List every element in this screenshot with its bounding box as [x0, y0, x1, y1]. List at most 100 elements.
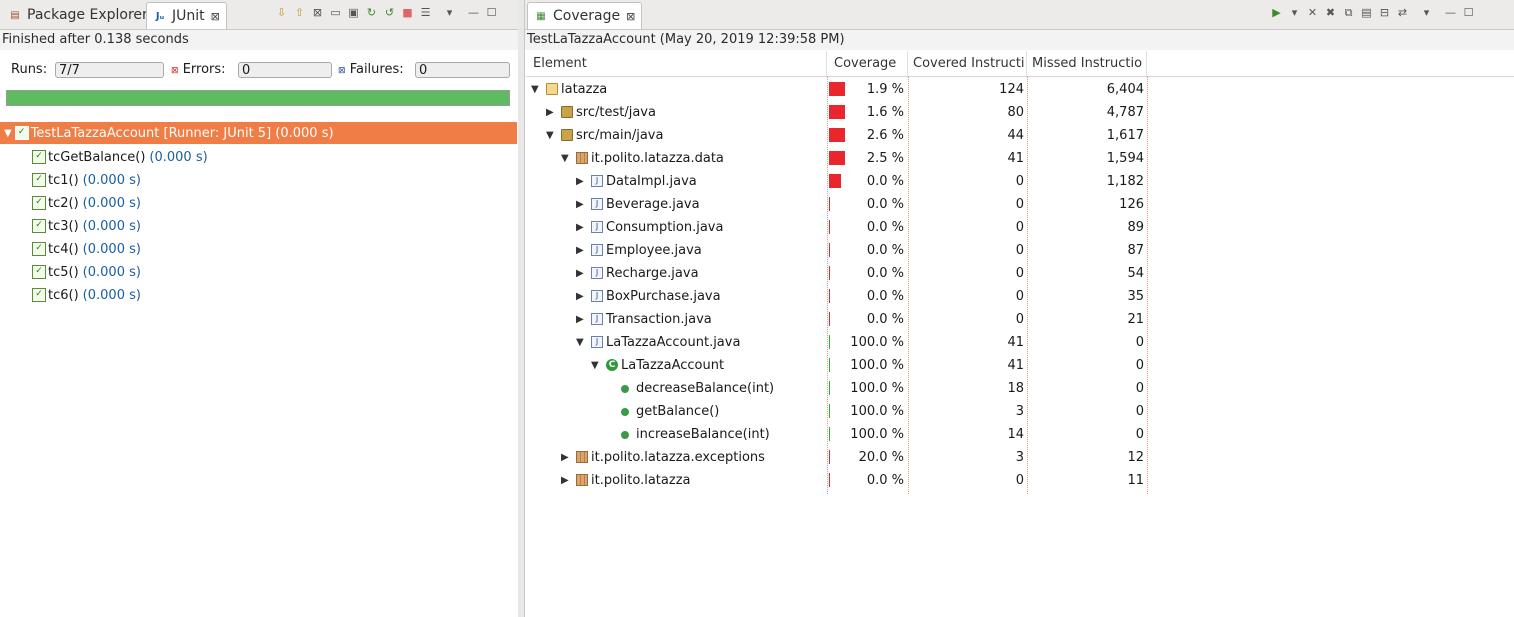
coverage-row[interactable]: ▼ src/main/java 2.6 % 44 1,617 — [526, 124, 1514, 147]
view-menu-icon[interactable]: ▾ — [442, 5, 457, 20]
remove-session-icon[interactable]: ✕ — [1305, 5, 1320, 20]
coverage-row[interactable]: ▶ J Transaction.java 0.0 % 0 21 — [526, 308, 1514, 331]
missed-instructions: 126 — [1119, 197, 1144, 212]
minimize-icon[interactable]: — — [466, 5, 481, 20]
covered-instructions: 0 — [1015, 473, 1024, 488]
column-coverage[interactable]: Coverage — [827, 51, 908, 76]
missed-instructions: 11 — [1127, 473, 1144, 488]
view-menu-icon[interactable]: ▾ — [1419, 5, 1434, 20]
collapse-toggle-icon[interactable]: ▼ — [561, 147, 569, 170]
expand-toggle-icon[interactable]: ▶ — [576, 239, 584, 262]
next-failure-icon[interactable]: ⇩ — [274, 5, 289, 20]
coverage-row[interactable]: ▶ it.polito.latazza.exceptions 20.0 % 3 12 — [526, 446, 1514, 469]
previous-failure-icon[interactable]: ⇧ — [292, 5, 307, 20]
maximize-icon[interactable]: ☐ — [484, 5, 499, 20]
coverage-row[interactable]: ▼ J LaTazzaAccount.java 100.0 % 41 0 — [526, 331, 1514, 354]
element-name: Recharge.java — [606, 266, 699, 281]
show-failures-only-icon[interactable]: ⊠ — [310, 5, 325, 20]
coverage-row[interactable]: ▶ J BoxPurchase.java 0.0 % 0 35 — [526, 285, 1514, 308]
missed-instructions: 1,594 — [1106, 151, 1144, 166]
missed-instructions: 21 — [1127, 312, 1144, 327]
missed-instructions: 87 — [1127, 243, 1144, 258]
test-passed-icon: ✓ — [32, 173, 46, 187]
element-name: LaTazzaAccount — [621, 358, 725, 373]
expand-toggle-icon[interactable]: ▶ — [576, 216, 584, 239]
coverage-row[interactable]: increaseBalance(int) 100.0 % 14 0 — [526, 423, 1514, 446]
test-case-row[interactable]: ✓ tc5() (0.000 s) — [32, 261, 141, 283]
collapse-all-icon[interactable]: ⊟ — [1377, 5, 1392, 20]
test-case-row[interactable]: ✓ tc6() (0.000 s) — [32, 284, 141, 306]
expand-toggle-icon[interactable]: ▶ — [546, 101, 554, 124]
expand-toggle-icon[interactable]: ▶ — [576, 285, 584, 308]
scroll-lock-icon[interactable]: ▭ — [328, 5, 343, 20]
coverage-row[interactable]: ▼ C LaTazzaAccount 100.0 % 41 0 — [526, 354, 1514, 377]
test-case-row[interactable]: ✓ tc3() (0.000 s) — [32, 215, 141, 237]
coverage-percent: 0.0 % — [866, 312, 904, 327]
coverage-row[interactable]: ▶ J Consumption.java 0.0 % 0 89 — [526, 216, 1514, 239]
history-icon[interactable]: ☰ — [418, 5, 433, 20]
test-passed-icon: ✓ — [32, 265, 46, 279]
coverage-row[interactable]: decreaseBalance(int) 100.0 % 18 0 — [526, 377, 1514, 400]
package-icon — [576, 451, 588, 463]
collapse-toggle-icon[interactable]: ▼ — [591, 354, 599, 377]
rerun-failed-first-icon[interactable]: ↺ — [382, 5, 397, 20]
merge-sessions-icon[interactable]: ⧉ — [1341, 5, 1356, 20]
link-icon[interactable]: ⇄ — [1395, 5, 1410, 20]
coverage-row[interactable]: ▶ J DataImpl.java 0.0 % 0 1,182 — [526, 170, 1514, 193]
project-folder-icon — [546, 83, 558, 95]
coverage-row[interactable]: ▼ it.polito.latazza.data 2.5 % 41 1,594 — [526, 147, 1514, 170]
column-missed-instructions[interactable]: Missed Instructio — [1027, 51, 1147, 76]
java-file-icon: J — [591, 313, 603, 325]
test-run-history-icon[interactable]: ▣ — [346, 5, 361, 20]
element-name: Employee.java — [606, 243, 702, 258]
column-covered-instructions[interactable]: Covered Instructi — [908, 51, 1027, 76]
expand-toggle-icon[interactable]: ▶ — [576, 193, 584, 216]
test-case-name: tc4() — [48, 241, 79, 257]
coverage-row[interactable]: ▼ latazza 1.9 % 124 6,404 — [526, 78, 1514, 101]
coverage-percent: 20.0 % — [858, 450, 904, 465]
coverage-row[interactable]: ▶ J Recharge.java 0.0 % 0 54 — [526, 262, 1514, 285]
covered-instructions: 124 — [999, 82, 1024, 97]
coverage-row[interactable]: ▶ J Employee.java 0.0 % 0 87 — [526, 239, 1514, 262]
expand-toggle-icon[interactable]: ▶ — [576, 262, 584, 285]
missed-instructions: 89 — [1127, 220, 1144, 235]
stop-icon[interactable]: ■ — [400, 5, 415, 20]
test-case-row[interactable]: ✓ tc2() (0.000 s) — [32, 192, 141, 214]
dropdown-icon[interactable]: ▾ — [1287, 5, 1302, 20]
rerun-test-icon[interactable]: ↻ — [364, 5, 379, 20]
covered-instructions: 41 — [1007, 151, 1024, 166]
close-tab-icon[interactable]: ⊠ — [211, 10, 220, 23]
test-case-name: tcGetBalance() — [48, 149, 146, 165]
coverage-row[interactable]: ▶ J Beverage.java 0.0 % 0 126 — [526, 193, 1514, 216]
covered-instructions: 0 — [1015, 197, 1024, 212]
maximize-icon[interactable]: ☐ — [1461, 5, 1476, 20]
expand-toggle-icon[interactable]: ▶ — [561, 469, 569, 492]
tab-coverage[interactable]: ▦ Coverage ⊠ — [527, 2, 643, 29]
select-session-icon[interactable]: ▤ — [1359, 5, 1374, 20]
collapse-toggle-icon[interactable]: ▼ — [546, 124, 554, 147]
missed-instructions: 1,617 — [1106, 128, 1144, 143]
expand-toggle-icon[interactable]: ▶ — [576, 308, 584, 331]
expand-toggle-icon[interactable]: ▶ — [561, 446, 569, 469]
collapse-toggle-icon[interactable]: ▼ — [4, 128, 12, 139]
tab-package-explorer[interactable]: ▤ Package Explorer — [2, 2, 154, 28]
test-case-name: tc5() — [48, 264, 79, 280]
coverage-row[interactable]: getBalance() 100.0 % 3 0 — [526, 400, 1514, 423]
close-tab-icon[interactable]: ⊠ — [626, 10, 635, 23]
collapse-toggle-icon[interactable]: ▼ — [531, 78, 539, 101]
tab-junit[interactable]: Jᵤ JUnit ⊠ — [146, 2, 227, 29]
coverage-row[interactable]: ▶ it.polito.latazza 0.0 % 0 11 — [526, 469, 1514, 492]
test-case-row[interactable]: ✓ tc4() (0.000 s) — [32, 238, 141, 260]
coverage-launch-icon[interactable]: ▶ — [1269, 5, 1284, 20]
test-suite-row[interactable]: ▼ ✓ TestLaTazzaAccount [Runner: JUnit 5]… — [0, 122, 517, 144]
collapse-toggle-icon[interactable]: ▼ — [576, 331, 584, 354]
test-case-row[interactable]: ✓ tcGetBalance() (0.000 s) — [32, 146, 208, 168]
remove-all-sessions-icon[interactable]: ✖ — [1323, 5, 1338, 20]
test-case-row[interactable]: ✓ tc1() (0.000 s) — [32, 169, 141, 191]
column-element[interactable]: Element — [526, 51, 827, 76]
minimize-icon[interactable]: — — [1443, 5, 1458, 20]
expand-toggle-icon[interactable]: ▶ — [576, 170, 584, 193]
left-tab-bar: ▤ Package Explorer Jᵤ JUnit ⊠ ⇩ ⇧ ⊠ ▭ ▣ ↻ ↺ ■ ☰ ▾… — [0, 0, 518, 30]
coverage-row[interactable]: ▶ src/test/java 1.6 % 80 4,787 — [526, 101, 1514, 124]
run-status: Finished after 0.138 seconds — [0, 30, 518, 50]
